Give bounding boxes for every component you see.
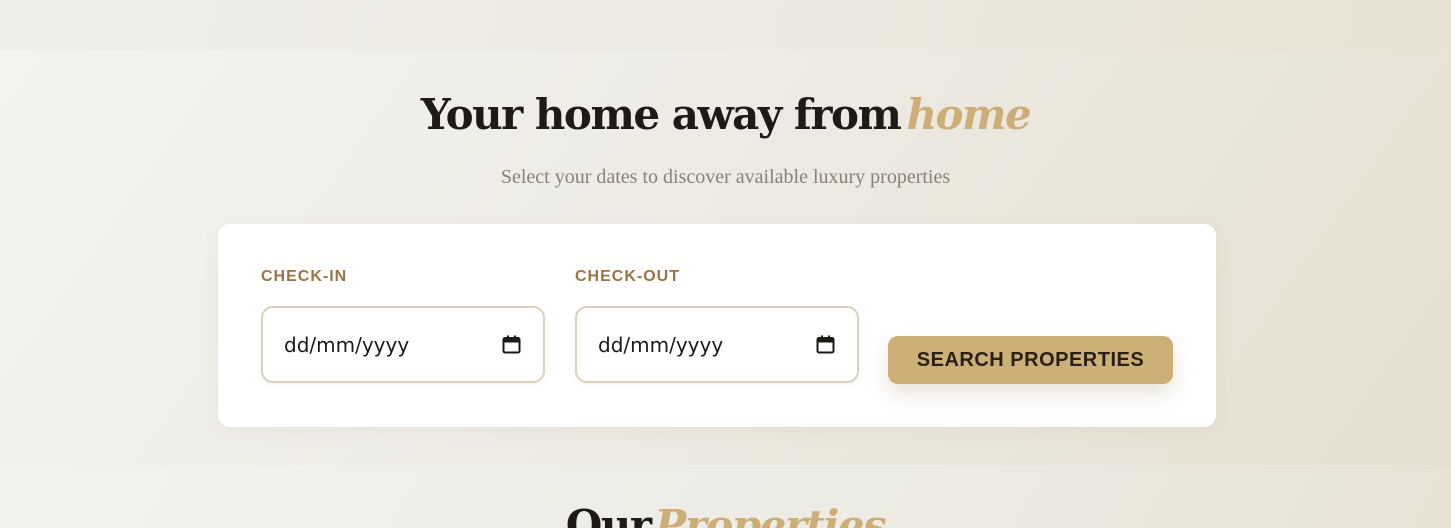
checkin-date-input[interactable]: dd/mm/yyyy	[261, 306, 545, 383]
properties-section: OurProperties	[0, 465, 1451, 528]
calendar-icon[interactable]	[502, 335, 521, 354]
hero-title: Your home away from home	[0, 90, 1451, 139]
checkout-date-value: dd/mm/yyyy	[598, 332, 724, 357]
properties-title: OurProperties	[0, 501, 1451, 528]
hero-title-main: Your home away from	[420, 90, 902, 139]
booking-card: CHECK-IN dd/mm/yyyy CHECK-OUT dd/mm/yyyy	[218, 224, 1216, 427]
checkout-label: CHECK-OUT	[575, 268, 680, 285]
properties-title-main: Our	[565, 501, 652, 528]
checkout-field: CHECK-OUT dd/mm/yyyy	[575, 268, 859, 383]
top-strip	[0, 0, 1451, 50]
hero-subtitle: Select your dates to discover available …	[500, 166, 951, 188]
checkin-field: CHECK-IN dd/mm/yyyy	[261, 268, 545, 383]
search-properties-button[interactable]: SEARCH PROPERTIES	[888, 336, 1173, 384]
checkin-date-value: dd/mm/yyyy	[284, 332, 410, 357]
calendar-icon[interactable]	[816, 335, 835, 354]
hero-title-accent: home	[906, 90, 1032, 139]
checkout-date-input[interactable]: dd/mm/yyyy	[575, 306, 859, 383]
checkin-label: CHECK-IN	[261, 268, 348, 285]
hero-section: Your home away from home Select your date…	[0, 50, 1451, 465]
properties-title-accent: Properties	[654, 501, 887, 528]
